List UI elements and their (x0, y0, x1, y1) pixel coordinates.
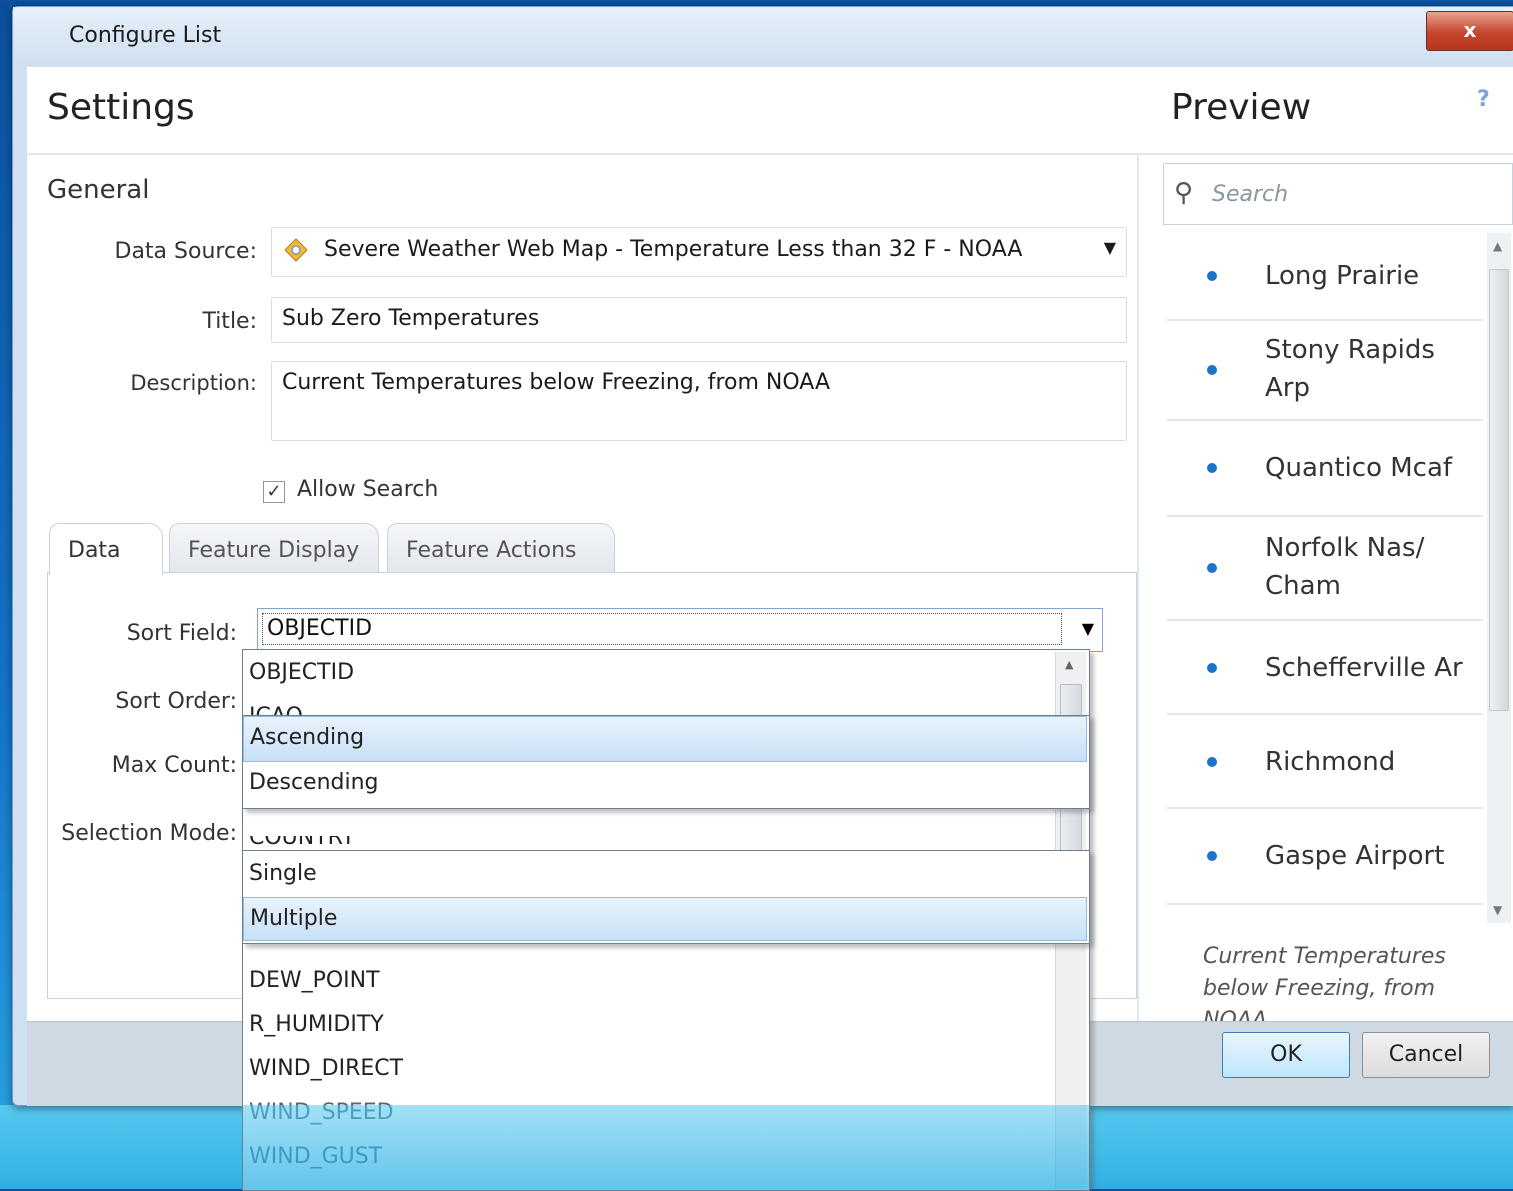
data-source-value: Severe Weather Web Map - Temperature Les… (324, 237, 1023, 262)
title-bar[interactable]: Configure List x (13, 7, 1513, 65)
dropdown-option[interactable]: Descending (249, 770, 379, 795)
list-item[interactable]: Stony Rapids Arp (1167, 321, 1483, 421)
dropdown-option[interactable]: COUNTRY (249, 836, 355, 850)
sort-field-select[interactable]: OBJECTID ▼ (257, 608, 1103, 652)
list-item-label: Stony Rapids Arp (1265, 335, 1435, 403)
preview-heading: Preview (1171, 87, 1312, 128)
dropdown-option[interactable]: OBJECTID (249, 660, 354, 685)
max-count-label: Max Count: (111, 753, 237, 778)
list-item-label: Long Prairie (1265, 261, 1420, 291)
bullet-icon (1207, 271, 1217, 281)
data-source-select[interactable]: Severe Weather Web Map - Temperature Les… (271, 227, 1127, 277)
scroll-thumb[interactable] (1489, 269, 1509, 711)
preview-search-input[interactable]: ⚲ Search (1163, 163, 1513, 225)
allow-search-checkbox[interactable]: ✓ (263, 481, 285, 503)
dropdown-option[interactable]: Single (249, 861, 317, 886)
list-item-label: Norfolk Nas/ Cham (1265, 533, 1425, 601)
sort-order-label: Sort Order: (115, 689, 237, 714)
chevron-down-icon: ▼ (1103, 238, 1116, 257)
list-item-label: Schefferville Ar (1265, 653, 1463, 683)
scroll-down-icon[interactable]: ▼ (1493, 903, 1502, 917)
dropdown-option[interactable]: R_HUMIDITY (249, 1012, 384, 1037)
ok-button[interactable]: OK (1222, 1032, 1350, 1078)
dropdown-option[interactable]: DEW_POINT (249, 968, 380, 993)
list-item[interactable]: Norfolk Nas/ Cham (1167, 517, 1483, 621)
window-title: Configure List (69, 23, 222, 48)
sort-field-label: Sort Field: (126, 621, 237, 646)
preview-scrollbar[interactable]: ▲ ▼ (1487, 233, 1511, 923)
selection-mode-dropdown[interactable]: Single Multiple (242, 850, 1090, 944)
allow-search-label: Allow Search (297, 477, 439, 502)
panel-divider (1137, 155, 1139, 1025)
bullet-icon (1207, 563, 1217, 573)
list-item[interactable]: Quantico Mcaf (1167, 421, 1483, 517)
settings-heading: Settings (47, 87, 195, 128)
bullet-icon (1207, 463, 1217, 473)
title-label: Title: (202, 309, 257, 334)
dropdown-option-selected[interactable]: Multiple (243, 897, 1087, 941)
help-icon[interactable]: ? (1477, 87, 1490, 112)
list-item-label: Gaspe Airport (1265, 841, 1445, 871)
dropdown-option[interactable]: WIND_SPEED (249, 1100, 394, 1125)
title-input[interactable]: Sub Zero Temperatures (271, 297, 1127, 343)
tab-feature-display[interactable]: Feature Display (169, 523, 379, 573)
description-textarea[interactable]: Current Temperatures below Freezing, fro… (271, 361, 1127, 441)
bullet-icon (1207, 365, 1217, 375)
scroll-up-icon[interactable]: ▲ (1065, 658, 1073, 671)
dropdown-option[interactable]: WIND_DIRECT (249, 1056, 403, 1081)
chevron-down-icon: ▼ (1081, 619, 1094, 638)
map-layer-icon (284, 238, 308, 262)
search-icon: ⚲ (1174, 178, 1194, 208)
list-item[interactable]: Schefferville Ar (1167, 621, 1483, 715)
bullet-icon (1207, 663, 1217, 673)
header-divider (27, 153, 1513, 155)
list-item-label: Quantico Mcaf (1265, 453, 1453, 483)
bullet-icon (1207, 851, 1217, 861)
selection-mode-label: Selection Mode: (61, 821, 237, 846)
list-item-label: Richmond (1265, 747, 1396, 777)
list-item[interactable]: Richmond (1167, 715, 1483, 809)
bullet-icon (1207, 757, 1217, 767)
dropdown-option-selected[interactable]: Ascending (243, 716, 1087, 762)
description-label: Description: (130, 371, 257, 395)
cancel-button[interactable]: Cancel (1362, 1032, 1490, 1078)
data-source-label: Data Source: (114, 239, 258, 264)
tab-data[interactable]: Data (49, 523, 163, 575)
sort-order-dropdown[interactable]: Ascending Descending (242, 715, 1090, 809)
dropdown-option[interactable]: WIND_GUST (249, 1144, 382, 1169)
search-placeholder: Search (1212, 182, 1289, 207)
scroll-up-icon[interactable]: ▲ (1493, 239, 1502, 253)
close-button[interactable]: x (1426, 11, 1513, 51)
list-item[interactable]: Gaspe Airport (1167, 809, 1483, 905)
tab-feature-actions[interactable]: Feature Actions (387, 523, 615, 573)
general-heading: General (47, 175, 150, 205)
sort-field-value: OBJECTID (262, 613, 1062, 645)
list-item[interactable]: Long Prairie (1167, 233, 1483, 321)
